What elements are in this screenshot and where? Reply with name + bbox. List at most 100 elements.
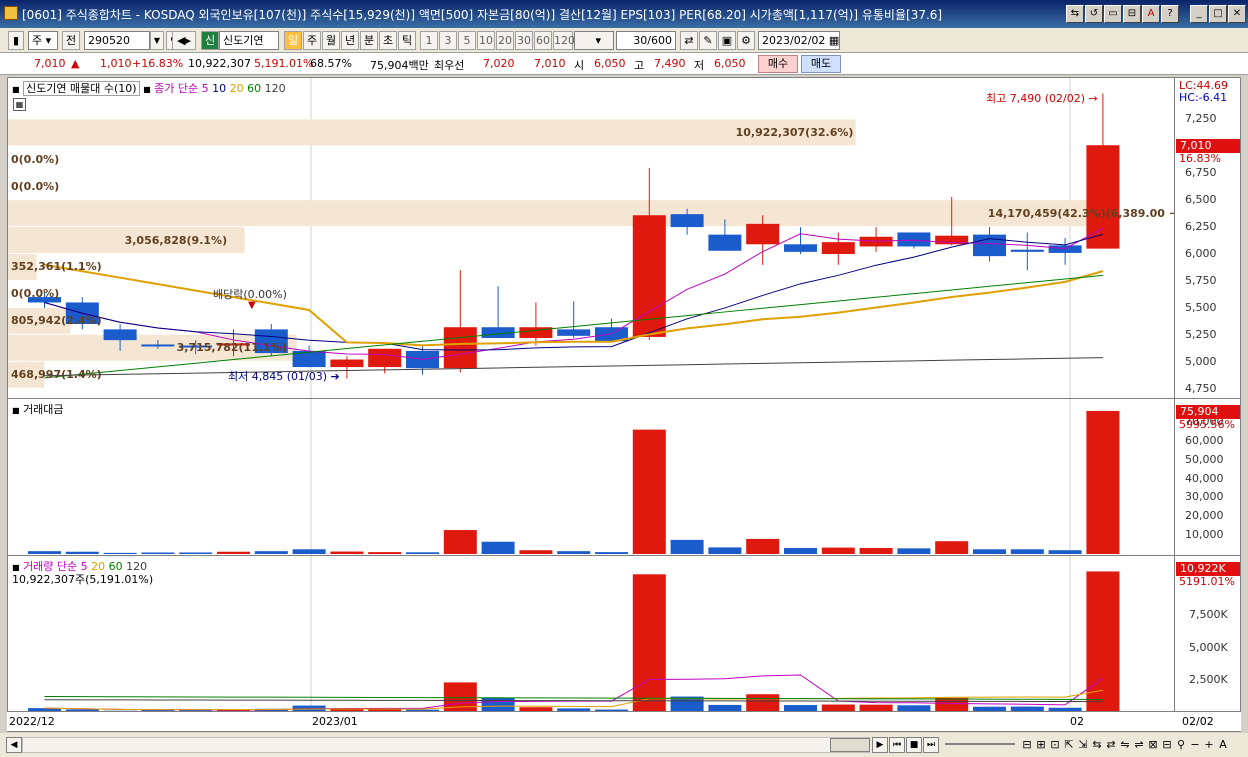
- candle-body[interactable]: [1010, 249, 1044, 252]
- amount-bar[interactable]: [141, 552, 175, 554]
- interval-button-60[interactable]: 60: [534, 31, 552, 50]
- amount-bar[interactable]: [670, 539, 704, 554]
- amount-bar[interactable]: [821, 547, 855, 554]
- interval-button-1[interactable]: 1: [420, 31, 438, 50]
- interval-button-30[interactable]: 30: [515, 31, 533, 50]
- split-icon[interactable]: ⊟: [1123, 5, 1141, 23]
- tool-j-icon[interactable]: ⊠: [1146, 736, 1160, 754]
- amount-bar[interactable]: [632, 429, 666, 554]
- compare-icon[interactable]: ⇄: [680, 31, 698, 50]
- rewind-icon[interactable]: ⏮: [889, 737, 905, 753]
- volume-bar[interactable]: [746, 694, 780, 712]
- amount-bar[interactable]: [784, 547, 817, 554]
- amount-bar[interactable]: [557, 551, 591, 554]
- amount-bar[interactable]: [519, 550, 553, 554]
- interval-custom-select[interactable]: ▾: [574, 31, 614, 50]
- new-button[interactable]: 신: [201, 31, 219, 50]
- candle-body[interactable]: [859, 236, 893, 247]
- stop-icon[interactable]: ■: [906, 737, 922, 753]
- ma-legend-5[interactable]: 5: [202, 82, 209, 95]
- candle-body[interactable]: [784, 244, 817, 252]
- tool-f-icon[interactable]: ⇆: [1090, 736, 1104, 754]
- amount-bar[interactable]: [254, 551, 288, 554]
- interval-button-3[interactable]: 3: [439, 31, 457, 50]
- fast-forward-icon[interactable]: ⏭: [923, 737, 939, 753]
- auto-icon[interactable]: A: [1216, 736, 1230, 754]
- amount-bar[interactable]: [897, 548, 931, 554]
- tool-b-icon[interactable]: ⊞: [1034, 736, 1048, 754]
- font-icon[interactable]: A: [1142, 5, 1160, 23]
- code-dropdown-icon[interactable]: ▼: [150, 31, 164, 50]
- sync-icon[interactable]: ↺: [1085, 5, 1103, 23]
- amount-bar[interactable]: [708, 547, 742, 554]
- candle-body[interactable]: [1048, 245, 1082, 253]
- all-button[interactable]: 전: [62, 31, 80, 50]
- info-icon[interactable]: ▮: [8, 31, 24, 50]
- amount-bar[interactable]: [330, 551, 364, 554]
- candle-body[interactable]: [103, 329, 137, 341]
- period-button-0[interactable]: 일: [284, 31, 302, 50]
- amount-bar[interactable]: [746, 538, 780, 554]
- volume-bar[interactable]: [632, 574, 666, 712]
- amount-bar[interactable]: [368, 552, 402, 554]
- help-icon[interactable]: ?: [1161, 5, 1179, 23]
- amount-title[interactable]: 거래대금: [23, 403, 63, 416]
- scroll-track[interactable]: [22, 737, 870, 753]
- candle-body[interactable]: [368, 348, 402, 368]
- zoom-in-icon[interactable]: +: [1202, 736, 1216, 754]
- candle-body[interactable]: [141, 344, 175, 347]
- sound-icon[interactable]: ◀▸: [172, 31, 196, 50]
- code-input[interactable]: 290520: [84, 31, 150, 50]
- amount-bar[interactable]: [65, 551, 99, 554]
- chart-area[interactable]: ■ 신도기연 매물대 수(10) ■ 종가 단순 5 10 20 60 120 …: [7, 77, 1241, 732]
- scroll-thumb[interactable]: [830, 738, 870, 752]
- close-button[interactable]: ✕: [1228, 5, 1246, 23]
- candle-body[interactable]: [557, 329, 591, 336]
- minimize-button[interactable]: _: [1190, 5, 1208, 23]
- candle-body[interactable]: [821, 242, 855, 254]
- period-button-2[interactable]: 월: [322, 31, 340, 50]
- candle-body[interactable]: [897, 232, 931, 247]
- candle-body[interactable]: [708, 234, 742, 251]
- tool-g-icon[interactable]: ⇄: [1104, 736, 1118, 754]
- price-pane[interactable]: ■ 신도기연 매물대 수(10) ■ 종가 단순 5 10 20 60 120 …: [8, 78, 1174, 398]
- period-button-6[interactable]: 틱: [398, 31, 416, 50]
- ma-legend-20[interactable]: 20: [226, 82, 244, 95]
- candle-body[interactable]: [1086, 145, 1120, 249]
- ma-legend-120[interactable]: 120: [261, 82, 286, 95]
- speed-slider[interactable]: [945, 743, 1015, 745]
- zoom-out-icon[interactable]: −: [1188, 736, 1202, 754]
- ma-legend-60[interactable]: 60: [244, 82, 261, 95]
- amount-bar[interactable]: [1010, 549, 1044, 554]
- tool-h-icon[interactable]: ⇋: [1118, 736, 1132, 754]
- volume-chart[interactable]: [8, 556, 1174, 713]
- amount-bar[interactable]: [481, 541, 515, 554]
- amount-bar[interactable]: [292, 549, 326, 554]
- tool-e-icon[interactable]: ⇲: [1076, 736, 1090, 754]
- grid-icon[interactable]: ▦: [13, 98, 26, 111]
- volume-bar[interactable]: [935, 697, 969, 712]
- period-button-1[interactable]: 주: [303, 31, 321, 50]
- tool-d-icon[interactable]: ⇱: [1062, 736, 1076, 754]
- amount-bar[interactable]: [973, 549, 1006, 554]
- amount-bar[interactable]: [217, 551, 250, 554]
- amount-bar[interactable]: [859, 547, 893, 554]
- amount-chart[interactable]: [8, 399, 1174, 555]
- maximize-button[interactable]: □: [1209, 5, 1227, 23]
- amount-pane[interactable]: ■ 거래대금: [8, 398, 1174, 555]
- interval-button-5[interactable]: 5: [458, 31, 476, 50]
- window-icon[interactable]: ▭: [1104, 5, 1122, 23]
- period-button-3[interactable]: 년: [341, 31, 359, 50]
- settings-icon[interactable]: ⚙: [737, 31, 755, 50]
- candle-body[interactable]: [670, 214, 704, 228]
- amount-bar[interactable]: [103, 552, 137, 554]
- amount-bar[interactable]: [443, 530, 477, 554]
- amount-bar[interactable]: [935, 541, 969, 554]
- volume-bar[interactable]: [1086, 571, 1120, 712]
- amount-bar[interactable]: [179, 552, 213, 554]
- candle-body[interactable]: [973, 234, 1006, 257]
- period-button-5[interactable]: 초: [379, 31, 397, 50]
- scroll-left-icon[interactable]: ◀: [6, 737, 22, 753]
- volume-pane[interactable]: ■ 거래량 단순 5 20 60 120 10,922,307주(5,191.0…: [8, 555, 1174, 713]
- buy-button[interactable]: 매수: [758, 55, 798, 73]
